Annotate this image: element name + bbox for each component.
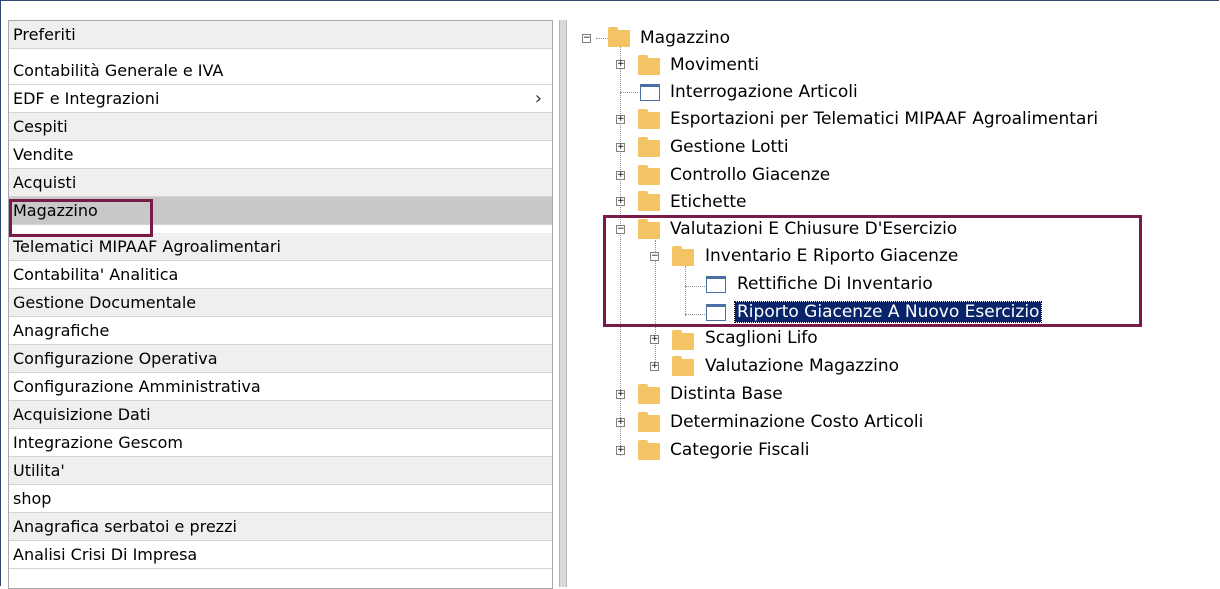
valutazioni-highlight-box [603, 215, 1142, 327]
menu-item-label: Contabilita' Analitica [13, 265, 179, 284]
folder-icon [672, 330, 694, 350]
expand-icon[interactable]: + [616, 390, 625, 399]
module-menu: Preferiti Contabilità Generale e IVA EDF… [8, 20, 553, 589]
collapse-icon[interactable]: − [582, 34, 591, 43]
menu-item-label: shop [13, 489, 52, 508]
menu-item-label: Anagrafica serbatoi e prezzi [13, 517, 237, 536]
document-icon [640, 84, 660, 101]
tree-node-controllo-giacenze[interactable]: Controllo Giacenze [670, 163, 830, 187]
menu-item-anagrafiche[interactable]: Anagrafiche [9, 317, 552, 345]
tree-connector-line [596, 38, 608, 39]
expand-icon[interactable]: + [650, 335, 659, 344]
tree-node-interrogazione-articoli[interactable]: Interrogazione Articoli [670, 80, 858, 104]
expand-icon[interactable]: + [616, 446, 625, 455]
tree-node-distinta-base[interactable]: Distinta Base [670, 382, 783, 406]
folder-icon [672, 356, 694, 376]
folder-icon [638, 440, 660, 460]
panel-splitter[interactable] [559, 20, 567, 587]
menu-item-telematici[interactable]: Telematici MIPAAF Agroalimentari [9, 233, 552, 261]
menu-item-label: Configurazione Amministrativa [13, 377, 261, 396]
menu-item-contabilita-analitica[interactable]: Contabilita' Analitica [9, 261, 552, 289]
menu-item-label: Configurazione Operativa [13, 349, 218, 368]
menu-item-edf[interactable]: EDF e Integrazioni › [9, 85, 552, 113]
folder-icon [638, 55, 660, 75]
expand-icon[interactable]: + [616, 197, 625, 206]
menu-item-anagrafica-serbatoi[interactable]: Anagrafica serbatoi e prezzi [9, 513, 552, 541]
expand-icon[interactable]: + [616, 418, 625, 427]
menu-item-gestione-documentale[interactable]: Gestione Documentale [9, 289, 552, 317]
expand-icon[interactable]: + [616, 171, 625, 180]
menu-item-configurazione-operativa[interactable]: Configurazione Operativa [9, 345, 552, 373]
menu-item-label: Acquisti [13, 173, 77, 192]
menu-item-contabilita-generale[interactable]: Contabilità Generale e IVA [9, 57, 552, 85]
menu-item-acquisti[interactable]: Acquisti [9, 169, 552, 197]
folder-icon [638, 137, 660, 157]
tree-node-determinazione-costo[interactable]: Determinazione Costo Articoli [670, 410, 923, 434]
menu-item-label: Preferiti [13, 25, 76, 44]
folder-icon [638, 191, 660, 211]
menu-item-label: Cespiti [13, 117, 68, 136]
expand-icon[interactable]: + [616, 115, 625, 124]
menu-item-preferiti[interactable]: Preferiti [9, 21, 552, 49]
magazzino-highlight-box [9, 199, 153, 237]
menu-item-label: Contabilità Generale e IVA [13, 61, 224, 80]
tree-node-etichette[interactable]: Etichette [670, 190, 747, 214]
menu-item-label: Acquisizione Dati [13, 405, 151, 424]
menu-item-acquisizione-dati[interactable]: Acquisizione Dati [9, 401, 552, 429]
tree-node-gestione-lotti[interactable]: Gestione Lotti [670, 135, 789, 159]
expand-icon[interactable]: + [616, 143, 625, 152]
menu-item-label: Utilita' [13, 461, 65, 480]
menu-item-vendite[interactable]: Vendite [9, 141, 552, 169]
menu-item-shop[interactable]: shop [9, 485, 552, 513]
expand-icon[interactable]: + [616, 60, 625, 69]
folder-icon [608, 27, 630, 47]
tree-node-root[interactable]: Magazzino [640, 26, 730, 50]
menu-item-integrazione-gescom[interactable]: Integrazione Gescom [9, 429, 552, 457]
menu-item-label: Integrazione Gescom [13, 433, 183, 452]
tree-node-valutazione-magazzino[interactable]: Valutazione Magazzino [705, 354, 899, 378]
menu-item-label: Telematici MIPAAF Agroalimentari [13, 237, 281, 256]
menu-item-label: Vendite [13, 145, 74, 164]
menu-item-configurazione-amministrativa[interactable]: Configurazione Amministrativa [9, 373, 552, 401]
folder-icon [638, 384, 660, 404]
folder-icon [638, 109, 660, 129]
menu-item-label: EDF e Integrazioni [13, 89, 160, 108]
expand-icon[interactable]: + [650, 362, 659, 371]
chevron-right-icon[interactable]: › [535, 85, 542, 112]
tree-node-scaglioni-lifo[interactable]: Scaglioni Lifo [705, 326, 818, 350]
folder-icon [638, 412, 660, 432]
menu-item-analisi-crisi[interactable]: Analisi Crisi Di Impresa [9, 541, 552, 569]
menu-item-utilita[interactable]: Utilita' [9, 457, 552, 485]
menu-item-label: Gestione Documentale [13, 293, 197, 312]
menu-item-label: Anagrafiche [13, 321, 110, 340]
menu-item-label: Analisi Crisi Di Impresa [13, 545, 198, 564]
tree-node-categorie-fiscali[interactable]: Categorie Fiscali [670, 438, 810, 462]
menu-item-cespiti[interactable]: Cespiti [9, 113, 552, 141]
tree-node-movimenti[interactable]: Movimenti [670, 53, 759, 77]
tree-node-esportazioni[interactable]: Esportazioni per Telematici MIPAAF Agroa… [670, 107, 1098, 131]
tree-connector-line [620, 92, 638, 93]
folder-icon [638, 165, 660, 185]
